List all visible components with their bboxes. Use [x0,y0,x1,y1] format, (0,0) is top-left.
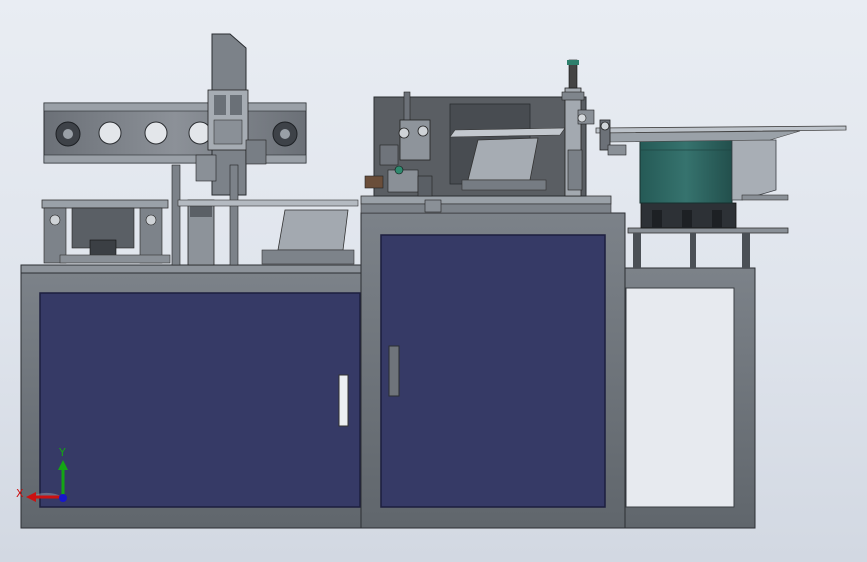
center-cabinet [360,212,626,529]
center-door-handle[interactable] [388,345,400,397]
y-axis-label: Y [58,446,66,459]
hopper-station [595,119,847,268]
z-axis-dot [59,494,67,502]
machine-model[interactable]: Y X [0,0,867,562]
center-station [360,59,612,214]
right-cabinet [624,267,756,529]
cad-viewport[interactable]: Y X [0,0,867,562]
left-door-handle[interactable] [338,374,349,427]
left-cabinet-door[interactable] [39,292,361,508]
green-hopper [639,139,733,204]
left-cabinet [20,264,364,529]
open-bay [625,287,735,508]
gantry-beam [43,102,307,164]
center-cabinet-door[interactable] [380,234,606,508]
tray [277,209,349,251]
left-station [41,33,359,266]
x-axis-label: X [16,487,24,500]
